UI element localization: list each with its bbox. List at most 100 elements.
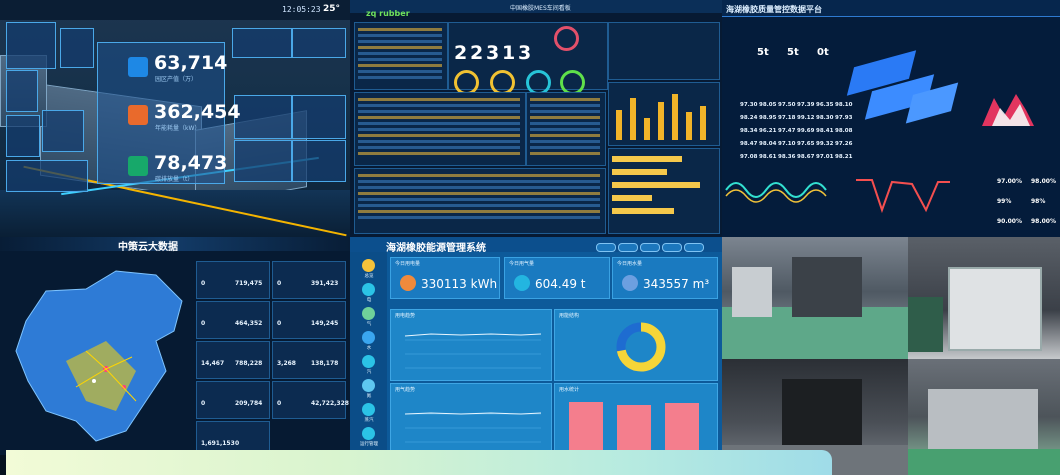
counter-digit: 1 — [502, 42, 516, 64]
energy-system-panel: 海湖橡胶能源管理系统 总览电气水汽氮蒸汽 运行管理 今日用电量 330113 kW… — [350, 237, 722, 455]
sidebar-label: 气 — [366, 322, 372, 327]
mini-chart-panel — [60, 28, 94, 68]
table-row — [358, 34, 442, 37]
sidebar-item[interactable] — [362, 355, 375, 368]
stat-cell: 0 719,475 — [196, 261, 270, 299]
pie-chart — [982, 90, 1034, 126]
machine — [732, 267, 772, 317]
stat-value: 464,352 — [235, 320, 263, 327]
kpi-label: 园区产值（万） — [155, 76, 198, 83]
water-stats-card: 用水统计 — [554, 383, 718, 455]
control-room-panel: zq rubber 中国橡胶MES车间看板 2 2 3 1 3 — [350, 0, 722, 237]
kpi-value: 63,714 — [154, 52, 228, 74]
machine — [792, 257, 862, 317]
camera-feed-2[interactable] — [908, 237, 1060, 359]
tab-report[interactable] — [662, 243, 682, 252]
tab-device[interactable] — [640, 243, 660, 252]
stat-value: 0t — [817, 47, 829, 58]
table-row — [358, 28, 442, 31]
table-cell: 98.41 — [816, 128, 834, 134]
table-cell: 98.34 — [740, 128, 758, 134]
table-cell: 99.12 — [797, 115, 815, 121]
quality-platform-panel: 海湖橡胶质量管控数据平台 5t 5t 0t 97.30 98.05 97.50 97.… — [722, 0, 1060, 237]
clock: 12:05:23 — [282, 5, 321, 14]
table-row — [530, 140, 600, 143]
factory-floor — [908, 449, 1060, 475]
table-cell: 98.08 — [835, 128, 853, 134]
table-row — [358, 70, 442, 73]
mini-chart-panel — [6, 160, 88, 192]
sidebar-item[interactable] — [362, 379, 375, 392]
machine — [948, 267, 1042, 351]
stat-value: 391,423 — [311, 280, 339, 287]
sidebar-item[interactable] — [362, 427, 375, 440]
table-row — [358, 146, 520, 149]
percent-value: 98% — [1031, 198, 1046, 205]
counter-digit: 2 — [454, 42, 468, 64]
tab-plant[interactable] — [618, 243, 638, 252]
table-row — [358, 198, 600, 201]
status-gauge — [554, 26, 579, 51]
table-row — [358, 216, 600, 219]
stat-cell: 3,268 138,178 — [272, 341, 346, 379]
bar — [569, 402, 603, 450]
data-table — [354, 168, 606, 234]
mini-chart-panel — [6, 22, 56, 69]
sidebar-item[interactable] — [362, 259, 375, 272]
screen-title: 中国橡胶MES车间看板 — [510, 5, 571, 12]
data-table — [354, 22, 448, 90]
stat-cell: 0 149,245 — [272, 301, 346, 339]
bar — [630, 98, 636, 140]
table-row — [358, 98, 520, 101]
caption-banner — [6, 450, 832, 475]
kpi-value: 362,454 — [154, 101, 241, 123]
sidebar-item[interactable] — [362, 403, 375, 416]
kpi-card-electricity: 今日用电量 330113 kWh — [390, 257, 500, 299]
stat-value: 3,268 — [277, 360, 296, 367]
screen-title: 中策云大数据 — [118, 242, 178, 253]
table-cell: 99.32 — [816, 141, 834, 147]
table-row — [358, 128, 520, 131]
sidebar-label: 总览 — [364, 274, 374, 279]
table-row — [530, 152, 600, 155]
table-row — [358, 204, 600, 207]
table-row — [358, 46, 442, 49]
factory-3d-panel: 12:05:23 25° 63,714 园区产值（万） 362,454 年能耗量… — [0, 0, 350, 237]
sidebar-item[interactable] — [362, 331, 375, 344]
mini-chart-panel — [234, 95, 292, 139]
table-row — [358, 104, 520, 107]
bar — [665, 403, 699, 450]
table-row — [358, 192, 600, 195]
stat-value: 0 — [201, 320, 206, 327]
tab-overview[interactable] — [596, 243, 616, 252]
table-cell: 97.50 — [778, 102, 796, 108]
electricity-trend-card: 用电趋势 — [390, 309, 552, 381]
mini-chart-panel — [6, 70, 38, 112]
sidebar-item[interactable] — [362, 283, 375, 296]
table-cell: 97.10 — [778, 141, 796, 147]
stat-value: 138,178 — [311, 360, 339, 367]
percent-value: 97.00% — [997, 178, 1022, 185]
counter-digit: 2 — [470, 42, 484, 64]
sidebar-label: 电 — [366, 298, 372, 303]
mini-chart-panel — [42, 110, 84, 152]
camera-feed-4[interactable] — [908, 359, 1060, 475]
bar — [672, 94, 678, 140]
stat-value: 149,245 — [311, 320, 339, 327]
platform-title: 海湖橡胶质量管控数据平台 — [726, 5, 822, 14]
tab-analysis[interactable] — [684, 243, 704, 252]
table-cell: 97.26 — [835, 141, 853, 147]
temperature: 25° — [323, 4, 341, 14]
stat-value: 1,691,153 — [201, 440, 235, 447]
table-row — [530, 146, 600, 149]
camera-feed-1[interactable] — [722, 237, 908, 359]
bar — [658, 102, 664, 140]
kpi-label: 今日用水量 — [617, 261, 643, 267]
table-cell: 97.18 — [778, 115, 796, 121]
mini-chart-panel — [234, 140, 292, 182]
table-row — [358, 122, 520, 125]
leaf-icon — [128, 156, 148, 176]
table-row — [358, 134, 520, 137]
sidebar-item[interactable] — [362, 307, 375, 320]
bar — [612, 208, 674, 214]
